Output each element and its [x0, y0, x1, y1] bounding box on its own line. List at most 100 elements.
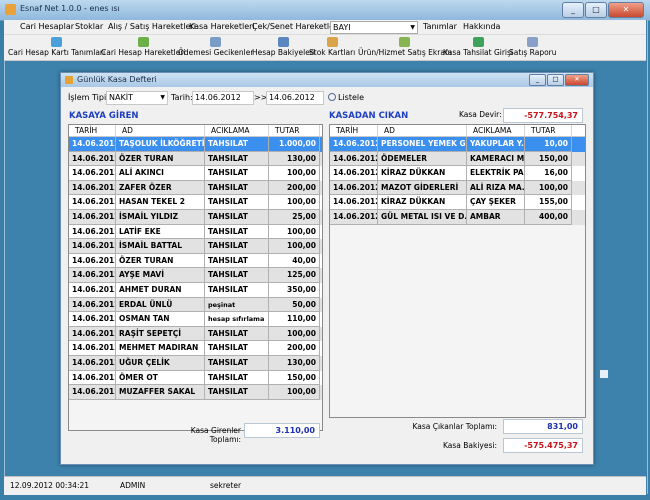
kasaya-giren-grid[interactable]: TARİH AD ACIKLAMA TUTAR 14.06.2012 TAŞOLU…	[68, 124, 323, 431]
cell-ad: UĞUR ÇELİK	[116, 355, 205, 371]
table-row[interactable]: 14.06.2012 ÖZER TURAN TAHSILAT 130,00	[69, 151, 322, 167]
table-row[interactable]: 14.06.2012 ERDAL ÜNLÜ peşinat 50,00	[69, 297, 322, 313]
col-tutar[interactable]: TUTAR	[269, 125, 320, 136]
kasa-window-titlebar[interactable]: Günlük Kasa Defteri _ □ ✕	[61, 73, 593, 87]
table-row[interactable]: 14.06.2012 AHMET DURAN TAHSILAT 350,00	[69, 282, 322, 298]
table-row[interactable]: 14.06.2012 ÖZER TURAN TAHSILAT 40,00	[69, 253, 322, 269]
table-row[interactable]: 14.06.2012 MUZAFFER SAKAL TAHSILAT 100,00	[69, 385, 322, 400]
col-tarih[interactable]: TARİH	[69, 125, 116, 136]
menu-cari-hesaplar[interactable]: Cari Hesaplar	[20, 22, 74, 31]
cell-tutar: 16,00	[525, 166, 572, 181]
kasadan-cikan-title: KASADAN CIKAN	[329, 111, 409, 121]
col-tarih[interactable]: TARİH	[330, 125, 378, 136]
kasa-devir-value: -577.754,37	[503, 108, 583, 123]
cell-aciklama: TAHSILAT	[205, 137, 269, 152]
table-row[interactable]: 14.06.2012PERSONEL YEMEK Gİ...YAKUPLAR Y…	[330, 137, 585, 152]
cell-tarih: 14.06.2012	[69, 253, 116, 269]
menu-bar: Cari Hesaplar Stoklar Alış / Satış Harek…	[4, 20, 646, 35]
app-titlebar[interactable]: Esnaf Net 1.0.0 - enes ısı _ □ ✕	[0, 0, 650, 21]
table-row[interactable]: 14.06.2012ÖDEMELERKAMERACI M...150,00	[330, 151, 585, 167]
kasa-girenler-toplam-label: Kasa Girenler Toplamı:	[190, 426, 241, 444]
cell-tarih: 14.06.2012	[69, 151, 116, 167]
table-row[interactable]: 14.06.2012KİRAZ DÜKKANELEKTRİK PA...16,0…	[330, 166, 585, 181]
tool-odemesi-gecikenler[interactable]: Ödemesi Gecikenler	[178, 37, 253, 57]
tool-cari-hesap-karti[interactable]: Cari Hesap Kartı Tanımları	[8, 37, 105, 57]
kasa-close-button[interactable]: ✕	[565, 74, 589, 86]
table-row[interactable]: 14.06.2012 ALİ AKINCI TAHSILAT 100,00	[69, 166, 322, 181]
cell-aciklama: TAHSILAT	[205, 268, 269, 283]
cash-icon	[472, 37, 484, 47]
kasaya-giren-title: KASAYA GİREN	[69, 111, 139, 121]
menu-stoklar[interactable]: Stoklar	[75, 22, 103, 31]
cell-aciklama: KAMERACI M...	[467, 151, 525, 167]
menu-cek-senet[interactable]: Çek/Senet Hareketleri	[252, 22, 340, 31]
cell-tutar: 150,00	[525, 151, 572, 167]
menu-kasa-hareketleri[interactable]: Kasa Hareketleri	[189, 22, 255, 31]
tool-cari-hesap-hareketleri[interactable]: Cari Hesap Hareketleri	[101, 37, 186, 57]
cell-ad: HASAN TEKEL 2	[116, 195, 205, 210]
cell-tutar: 25,00	[269, 209, 320, 225]
tool-kasa-tahsilat[interactable]: Kasa Tahsilat Girişi	[443, 37, 513, 57]
cell-tarih: 14.06.2012	[69, 209, 116, 225]
table-row[interactable]: 14.06.2012 TAŞOLUK İLKÖĞRETİ... TAHSILAT 1.…	[69, 137, 322, 152]
tool-stok-kartlari[interactable]: Stok Kartları	[309, 37, 355, 57]
bayi-combo[interactable]: BAYI ▼	[330, 21, 418, 34]
tool-label: Ürün/Hizmet Satış Ekranı	[358, 48, 452, 57]
table-row[interactable]: 14.06.2012 RAŞİT SEPETÇİ TAHSILAT 100,00	[69, 326, 322, 342]
tool-label: Cari Hesap Hareketleri	[101, 48, 186, 57]
col-aciklama[interactable]: ACIKLAMA	[205, 125, 269, 136]
cell-tutar: 100,00	[269, 326, 320, 342]
table-row[interactable]: 14.06.2012 İSMAİL BATTAL TAHSILAT 100,00	[69, 239, 322, 254]
cell-aciklama: TAHSILAT	[205, 385, 269, 400]
menu-hakkinda[interactable]: Hakkında	[463, 22, 500, 31]
menu-alis-satis[interactable]: Alış / Satış Hareketleri	[108, 22, 196, 31]
menu-tanimlar[interactable]: Tanımlar	[423, 22, 457, 31]
tarih-to-input[interactable]: 14.06.2012	[266, 91, 324, 105]
table-row[interactable]: 14.06.2012 LATİF EKE TAHSILAT 100,00	[69, 224, 322, 240]
cell-ad: OSMAN TAN	[116, 312, 205, 327]
kasa-girenler-toplam-value: 3.110,00	[244, 423, 320, 438]
cell-tutar: 40,00	[269, 253, 320, 269]
tool-hesap-bakiyeleri[interactable]: Hesap Bakiyeleri	[252, 37, 315, 57]
col-tutar[interactable]: TUTAR	[525, 125, 572, 136]
cell-tarih: 14.06.2012	[330, 195, 378, 210]
maximize-button[interactable]: □	[585, 2, 607, 18]
tool-urun-hizmet-satis[interactable]: Ürün/Hizmet Satış Ekranı	[358, 37, 452, 57]
tool-satis-raporu[interactable]: Satış Raporu	[509, 37, 557, 57]
cell-tarih: 14.06.2012	[69, 224, 116, 240]
app-logo-icon	[5, 4, 16, 15]
table-row[interactable]: 14.06.2012 MAZOT GİDERLERİ ALİ RIZA MA... 1…	[330, 180, 585, 196]
kasa-maximize-button[interactable]: □	[547, 74, 564, 86]
cell-tutar: 100,00	[269, 239, 320, 254]
cell-tutar: 100,00	[269, 224, 320, 240]
col-ad[interactable]: AD	[378, 125, 467, 136]
clock-icon	[210, 37, 222, 47]
table-row[interactable]: 14.06.2012 MEHMET MADIRAN TAHSILAT 200,00	[69, 341, 322, 356]
table-row[interactable]: 14.06.2012 İSMAİL YILDIZ TAHSILAT 25,00	[69, 209, 322, 225]
table-row[interactable]: 14.06.2012 KİRAZ DÜKKAN ÇAY ŞEKER 155,00	[330, 195, 585, 210]
table-row[interactable]: 14.06.2012 ÖMER OT TAHSILAT 150,00	[69, 370, 322, 386]
toolbar: Cari Hesap Kartı Tanımları Cari Hesap Ha…	[4, 35, 646, 61]
table-row[interactable]: 14.06.2012 OSMAN TAN hesap sıfırlama 110,00	[69, 312, 322, 327]
cell-aciklama: TAHSILAT	[205, 224, 269, 240]
table-row[interactable]: 14.06.2012 HASAN TEKEL 2 TAHSILAT 100,00	[69, 195, 322, 210]
kasa-minimize-button[interactable]: _	[529, 74, 546, 86]
table-row[interactable]: 14.06.2012 ZAFER ÖZER TAHSILAT 200,00	[69, 180, 322, 196]
status-user: ADMIN	[120, 481, 146, 490]
table-row[interactable]: 14.06.2012 AYŞE MAVİ TAHSILAT 125,00	[69, 268, 322, 283]
app-title: Esnaf Net 1.0.0 - enes ısı	[20, 4, 120, 13]
table-row[interactable]: 14.06.2012 UĞUR ÇELİK TAHSILAT 130,00	[69, 355, 322, 371]
islem-tipi-select[interactable]: NAKİT ▼	[106, 91, 168, 105]
listele-button[interactable]: Listele	[328, 92, 364, 102]
cell-tutar: 200,00	[269, 180, 320, 196]
cell-ad: ERDAL ÜNLÜ	[116, 297, 205, 313]
chevron-down-icon: ▼	[410, 24, 415, 31]
kasadan-cikan-grid[interactable]: TARİH AD ACIKLAMA TUTAR 14.06.2012 PERSON…	[329, 124, 586, 418]
close-button[interactable]: ✕	[608, 2, 644, 18]
col-ad[interactable]: AD	[116, 125, 205, 136]
tarih-from-input[interactable]: 14.06.2012	[192, 91, 254, 105]
cell-aciklama: hesap sıfırlama	[205, 312, 269, 327]
table-row[interactable]: 14.06.2012 GÜL METAL ISI VE D... AMBAR 400,…	[330, 209, 585, 225]
minimize-button[interactable]: _	[562, 2, 584, 18]
col-aciklama[interactable]: ACIKLAMA	[467, 125, 525, 136]
